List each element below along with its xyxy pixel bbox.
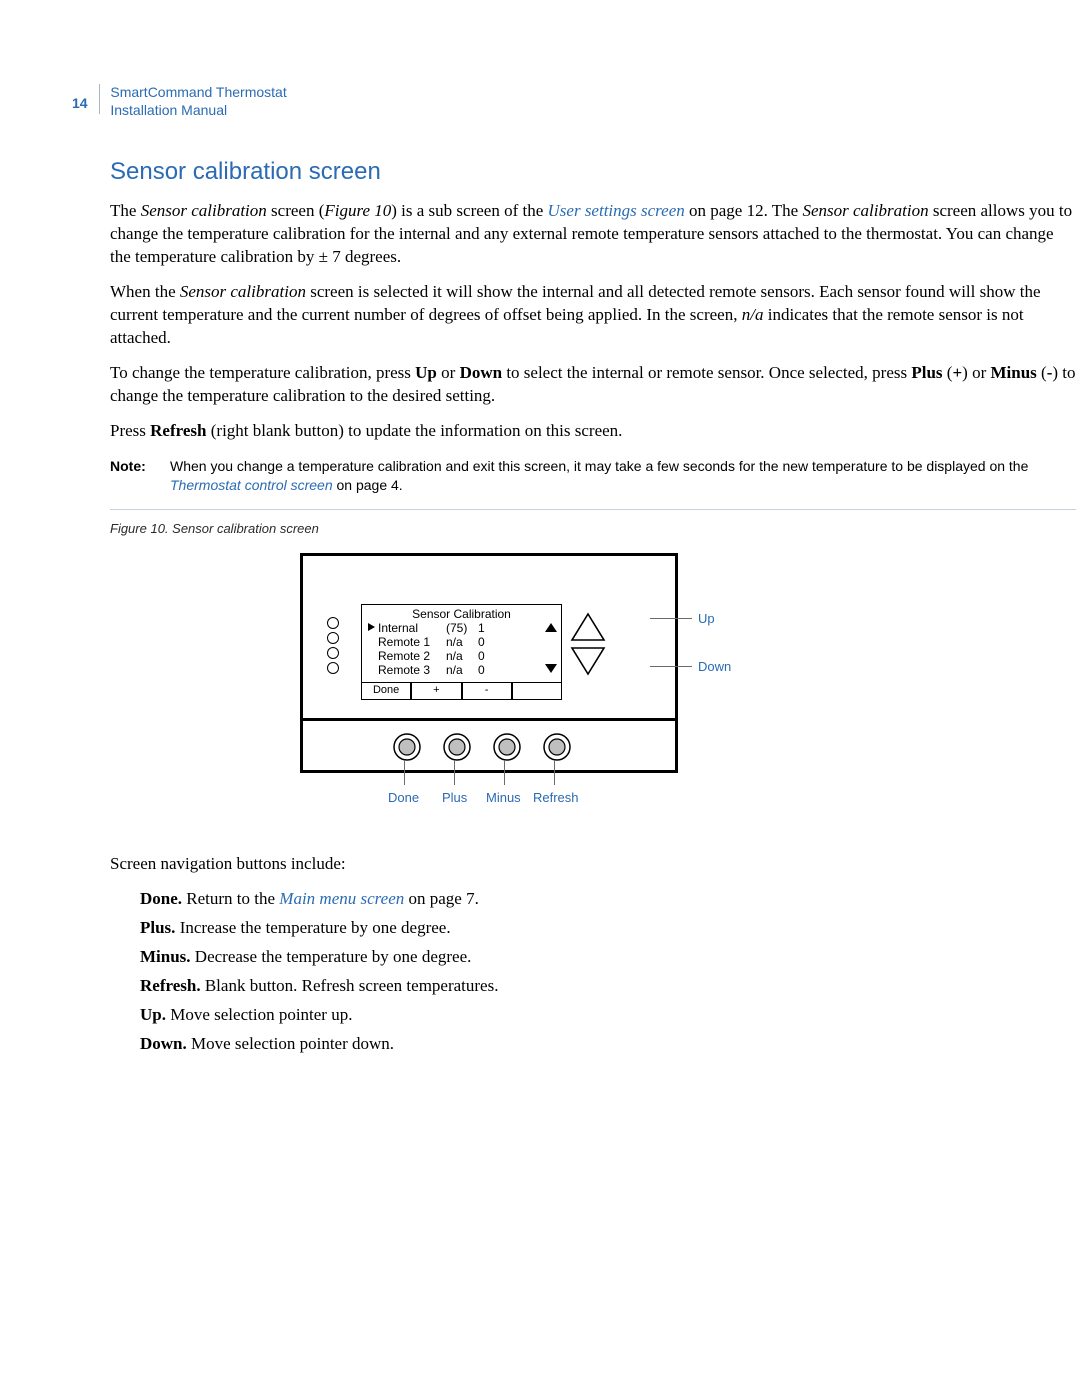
lcd-list: Internal (75) 1 Remote 1 n/a 0 Rem (368, 621, 539, 677)
sensor-value: n/a (446, 649, 478, 663)
sensor-offset: 0 (478, 635, 496, 649)
callout-minus: Minus (486, 789, 521, 807)
lcd-screen: Sensor Calibration Internal (75) 1 Remot… (361, 604, 562, 700)
nav-arrows (567, 610, 637, 678)
note-block: Note: When you change a temperature cali… (110, 457, 1076, 495)
paragraph-2: When the Sensor calibration screen is se… (110, 281, 1076, 350)
nav-item-up: Up. Move selection pointer up. (140, 1004, 1076, 1027)
nav-item-refresh: Refresh. Blank button. Refresh screen te… (140, 975, 1076, 998)
indicator-dots (321, 614, 345, 677)
lcd-title: Sensor Calibration (362, 606, 561, 622)
lcd-softkey-row: Done + - (361, 682, 562, 700)
header-divider (99, 84, 100, 114)
link-thermostat-control[interactable]: Thermostat control screen (170, 477, 333, 493)
lcd-row: Internal (75) 1 (368, 621, 539, 635)
callout-plus: Plus (442, 789, 467, 807)
note-body: When you change a temperature calibratio… (170, 457, 1076, 495)
softkey-done: Done (361, 682, 411, 700)
dot-icon (327, 632, 339, 644)
nav-item-done: Done. Return to the Main menu screen on … (140, 888, 1076, 911)
figure-caption: Figure 10. Sensor calibration screen (110, 520, 1076, 538)
device-lower-panel (300, 718, 678, 773)
lcd-scroll-down-icon (544, 662, 558, 675)
softkey-minus: - (462, 682, 512, 700)
knob-plus (443, 733, 471, 761)
leader-line (650, 618, 692, 619)
selection-pointer-icon (368, 663, 378, 677)
page-number: 14 (72, 94, 88, 113)
softkey-plus: + (411, 682, 461, 700)
callout-done: Done (388, 789, 419, 807)
nav-item-plus: Plus. Increase the temperature by one de… (140, 917, 1076, 940)
link-main-menu[interactable]: Main menu screen (279, 889, 404, 908)
leader-line (504, 760, 505, 785)
softkey-blank (512, 682, 562, 700)
lcd-row: Remote 2 n/a 0 (368, 649, 539, 663)
leader-line (404, 760, 405, 785)
nav-lead: Screen navigation buttons include: (110, 853, 1076, 876)
selection-pointer-icon (368, 621, 378, 635)
sensor-value: n/a (446, 663, 478, 677)
sensor-value: (75) (446, 621, 478, 635)
page: 14 SmartCommand Thermostat Installation … (0, 0, 1080, 1397)
sensor-offset: 0 (478, 649, 496, 663)
leader-line (650, 666, 692, 667)
paragraph-1: The Sensor calibration screen (Figure 10… (110, 200, 1076, 269)
dot-icon (327, 647, 339, 659)
nav-list: Done. Return to the Main menu screen on … (140, 888, 1076, 1056)
sensor-name: Remote 1 (378, 635, 446, 649)
leader-line (554, 760, 555, 785)
nav-item-minus: Minus. Decrease the temperature by one d… (140, 946, 1076, 969)
knob-minus (493, 733, 521, 761)
dot-icon (327, 662, 339, 674)
callout-refresh: Refresh (533, 789, 579, 807)
horizontal-rule (110, 509, 1076, 510)
sensor-offset: 0 (478, 663, 496, 677)
sensor-name: Remote 2 (378, 649, 446, 663)
note-label: Note: (110, 457, 170, 495)
lcd-row: Remote 3 n/a 0 (368, 663, 539, 677)
leader-line (454, 760, 455, 785)
sensor-name: Remote 3 (378, 663, 446, 677)
link-user-settings[interactable]: User settings screen (548, 201, 685, 220)
selection-pointer-icon (368, 635, 378, 649)
device-upper-panel: Sensor Calibration Internal (75) 1 Remot… (321, 604, 657, 700)
thermostat-device: Sensor Calibration Internal (75) 1 Remot… (300, 553, 678, 773)
nav-item-down: Down. Move selection pointer down. (140, 1033, 1076, 1056)
paragraph-3: To change the temperature calibration, p… (110, 362, 1076, 408)
sensor-offset: 1 (478, 621, 496, 635)
doc-title: Installation Manual (110, 102, 227, 118)
selection-pointer-icon (368, 649, 378, 663)
section-title: Sensor calibration screen (110, 156, 1076, 188)
callout-down: Down (698, 658, 731, 676)
product-name: SmartCommand Thermostat (110, 84, 286, 100)
knob-done (393, 733, 421, 761)
knob-refresh (543, 733, 571, 761)
callout-up: Up (698, 610, 715, 628)
lcd-row: Remote 1 n/a 0 (368, 635, 539, 649)
lcd-scroll-up-icon (544, 621, 558, 634)
up-arrow-icon (567, 610, 609, 644)
dot-icon (327, 617, 339, 629)
down-arrow-icon (567, 644, 609, 678)
sensor-name: Internal (378, 621, 446, 635)
running-header: 14 SmartCommand Thermostat Installation … (72, 84, 287, 119)
sensor-value: n/a (446, 635, 478, 649)
figure-10: Sensor Calibration Internal (75) 1 Remot… (110, 553, 1076, 833)
paragraph-4: Press Refresh (right blank button) to up… (110, 420, 1076, 443)
